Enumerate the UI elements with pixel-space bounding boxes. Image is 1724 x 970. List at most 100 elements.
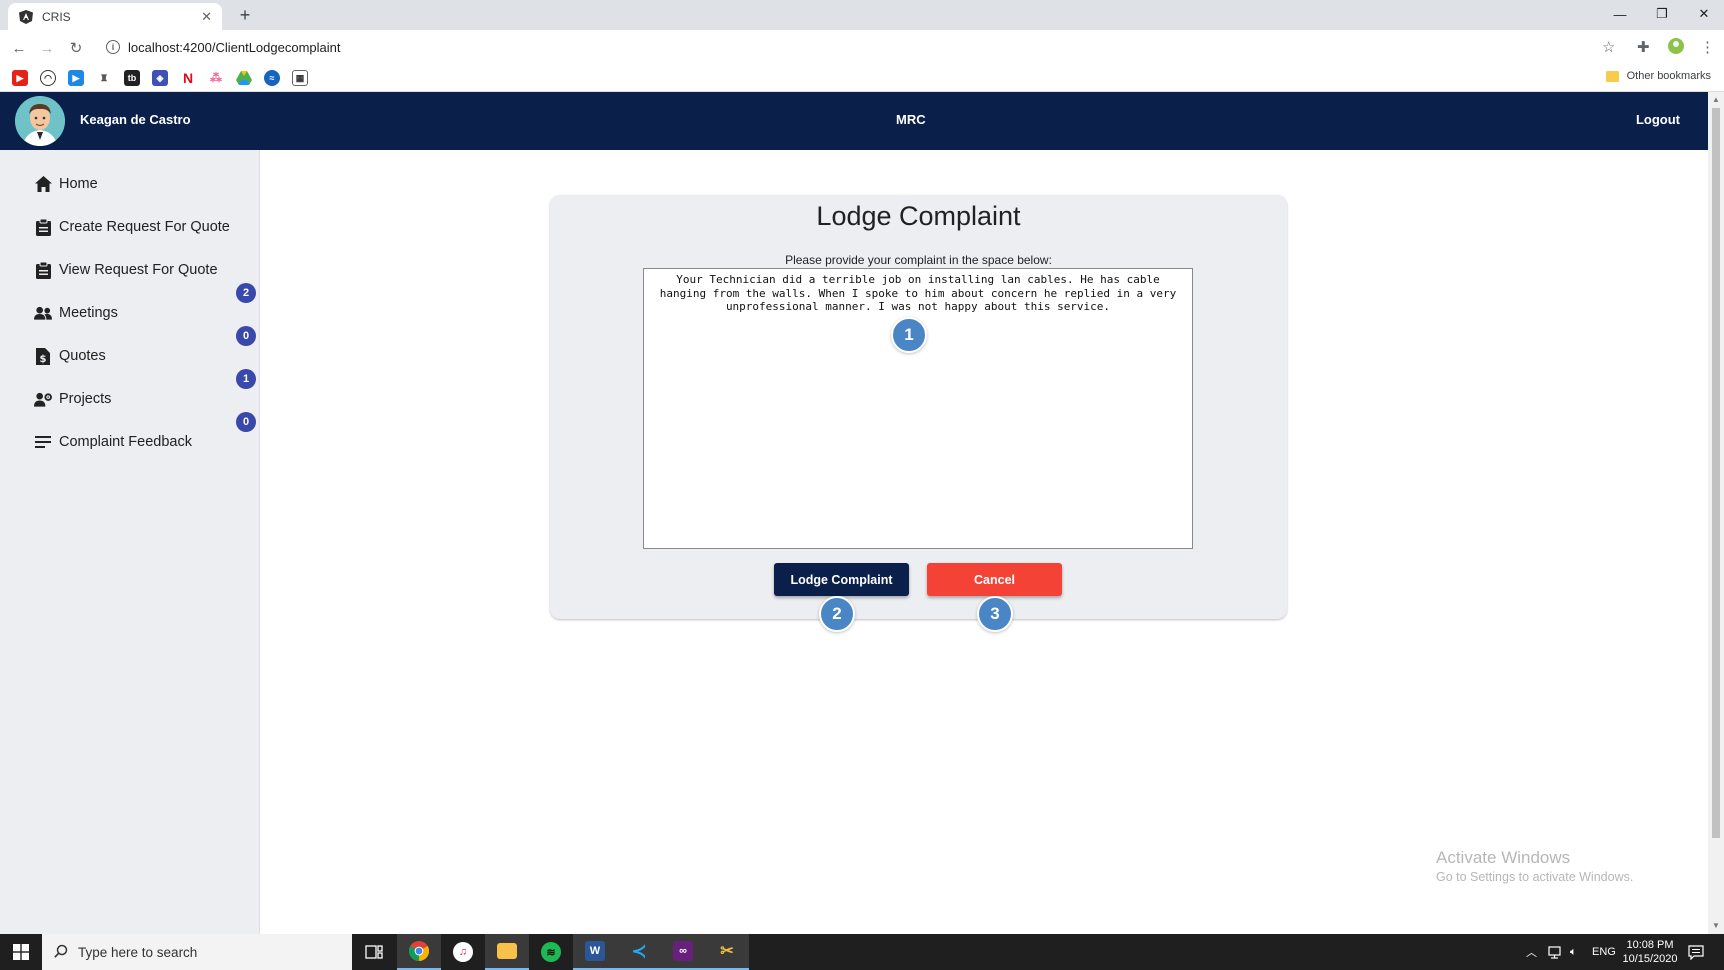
other-bookmarks-label: Other bookmarks [1626,70,1711,82]
extensions-icon[interactable]: ✚ [1637,38,1650,56]
sidebar-item-label: Quotes [59,348,106,364]
sidebar-item-label: Home [59,176,98,192]
tab-title: CRIS [42,9,71,24]
scroll-thumb[interactable] [1712,108,1720,838]
url-text: localhost:4200/ClientLodgecomplaint [128,39,341,55]
browser-toolbar: ← → ↻ i localhost:4200/ClientLodgecompla… [0,30,1724,64]
task-view-icon[interactable] [352,934,396,970]
shield-bookmark-icon[interactable]: ◈ [152,70,168,86]
figure-bookmark-icon[interactable]: ♜ [96,70,112,86]
app-header: Keagan de Castro MRC Logout [0,92,1708,150]
back-arrow-icon[interactable]: ← [8,37,30,59]
volume-icon[interactable]: 🔈︎ [1570,934,1577,970]
youtube-bookmark-icon[interactable]: ▶ [12,70,28,86]
bookmarks-bar: ▶ ◠ ▶ ♜ tb ◈ N ⁂ ≈ ▦ Other bookmarks [0,64,1724,92]
clock-date: 10/15/2020 [1622,953,1678,965]
dots-bookmark-icon[interactable]: ⁂ [208,70,224,86]
scroll-up-arrow-icon[interactable]: ▲ [1712,95,1720,104]
home-icon [34,175,52,193]
search-icon [54,944,68,961]
page-title: Lodge Complaint [816,201,1021,231]
bookmark-star-icon[interactable]: ☆ [1602,38,1615,56]
count-badge: 0 [236,326,256,346]
netflix-bookmark-icon[interactable]: N [180,70,196,86]
dollar-document-icon: $ [34,347,52,365]
file-explorer-taskbar-icon[interactable] [485,934,529,970]
annotation-marker-3: 3 [977,596,1013,632]
folder-icon [1605,70,1619,82]
complaint-textarea[interactable]: Your Technician did a terrible job on in… [643,268,1193,549]
logout-link[interactable]: Logout [1636,112,1680,127]
form-instruction: Please provide your complaint in the spa… [785,253,1052,267]
lodge-complaint-button[interactable]: Lodge Complaint [774,563,909,596]
user-gear-icon [34,390,52,408]
snipping-tool-taskbar-icon[interactable]: ✂ [705,934,749,970]
sidebar-item-view-rfq[interactable]: View Request For Quote [34,259,218,281]
restore-button[interactable]: ❐ [1642,0,1682,28]
page-scrollbar[interactable]: ▲ ▼ [1708,92,1724,934]
play-bookmark-icon[interactable]: ▶ [68,70,84,86]
clock-time: 10:08 PM [1626,939,1674,951]
globe-bookmark-icon[interactable]: ≈ [264,70,280,86]
sidebar-item-complaint-feedback[interactable]: Complaint Feedback [34,431,192,453]
count-badge: 0 [236,412,256,432]
reload-icon[interactable]: ↻ [65,37,87,59]
google-drive-bookmark-icon[interactable] [236,70,252,86]
annotation-marker-1: 1 [891,317,927,353]
search-placeholder: Type here to search [78,944,198,960]
sidebar-item-label: Meetings [59,305,118,321]
notification-center-icon[interactable] [1688,934,1704,970]
imdb-bookmark-icon[interactable]: tb [124,70,140,86]
lodge-complaint-card: Lodge Complaint Please provide your comp… [550,195,1287,619]
sidebar-item-meetings[interactable]: Meetings [34,302,118,324]
browser-menu-icon[interactable]: ⋮ [1700,38,1715,56]
sidebar: Home Create Request For Quote View Reque… [0,150,260,934]
profile-icon[interactable] [1667,37,1685,59]
sidebar-item-label: Create Request For Quote [59,219,230,235]
user-name: Keagan de Castro [80,112,191,127]
taskbar-clock[interactable]: 10:08 PM 10/15/2020 [1610,938,1690,966]
taskbar-search-box[interactable]: Type here to search [42,934,352,970]
vscode-taskbar-icon[interactable]: ≺ [617,934,661,970]
sidebar-item-projects[interactable]: Projects [34,388,111,410]
cancel-button[interactable]: Cancel [927,563,1062,596]
visual-studio-taskbar-icon[interactable]: ∞ [661,934,705,970]
sidebar-item-quotes[interactable]: $ Quotes [34,345,106,367]
sidebar-item-label: Complaint Feedback [59,434,192,450]
address-bar[interactable]: i localhost:4200/ClientLodgecomplaint [100,34,1615,60]
sidebar-item-label: Projects [59,391,112,407]
count-badge: 2 [236,283,256,303]
sidebar-item-label: View Request For Quote [59,262,218,278]
main-content: Lodge Complaint Please provide your comp… [261,150,1708,934]
forward-arrow-icon[interactable]: → [36,37,58,59]
info-icon[interactable]: i [106,40,120,54]
brand-title: MRC [896,112,926,127]
itunes-taskbar-icon[interactable]: ♫ [441,934,485,970]
minimize-button[interactable]: — [1600,0,1640,28]
count-badge: 1 [236,369,256,389]
annotation-marker-2: 2 [819,596,855,632]
svg-text:$: $ [40,354,47,365]
windows-start-icon[interactable] [0,934,42,970]
spotify-taskbar-icon[interactable]: ≋ [529,934,573,970]
qr-bookmark-icon[interactable]: ▦ [292,70,308,86]
people-icon [34,304,52,322]
window-close-button[interactable]: ✕ [1684,0,1724,28]
close-tab-icon[interactable]: ✕ [201,9,212,25]
chrome-taskbar-icon[interactable] [397,934,441,970]
angular-logo-icon [18,9,34,25]
browser-tab-strip: CRIS ✕ + — ❐ ✕ [0,0,1724,30]
clipboard-icon [34,218,52,236]
scroll-down-arrow-icon[interactable]: ▼ [1712,921,1720,930]
other-bookmarks[interactable]: Other bookmarks [1605,70,1711,82]
word-taskbar-icon[interactable]: W [573,934,617,970]
sidebar-item-create-rfq[interactable]: Create Request For Quote [34,216,230,238]
speedometer-bookmark-icon[interactable]: ◠ [40,70,56,86]
sidebar-item-home[interactable]: Home [34,173,98,195]
watermark-title: Activate Windows [1436,848,1571,867]
new-tab-button[interactable]: + [234,4,256,26]
tray-chevron-icon[interactable]: ︿ [1526,934,1537,970]
network-icon[interactable] [1548,934,1564,970]
user-avatar[interactable] [15,96,65,146]
browser-tab[interactable]: CRIS ✕ [8,3,222,30]
